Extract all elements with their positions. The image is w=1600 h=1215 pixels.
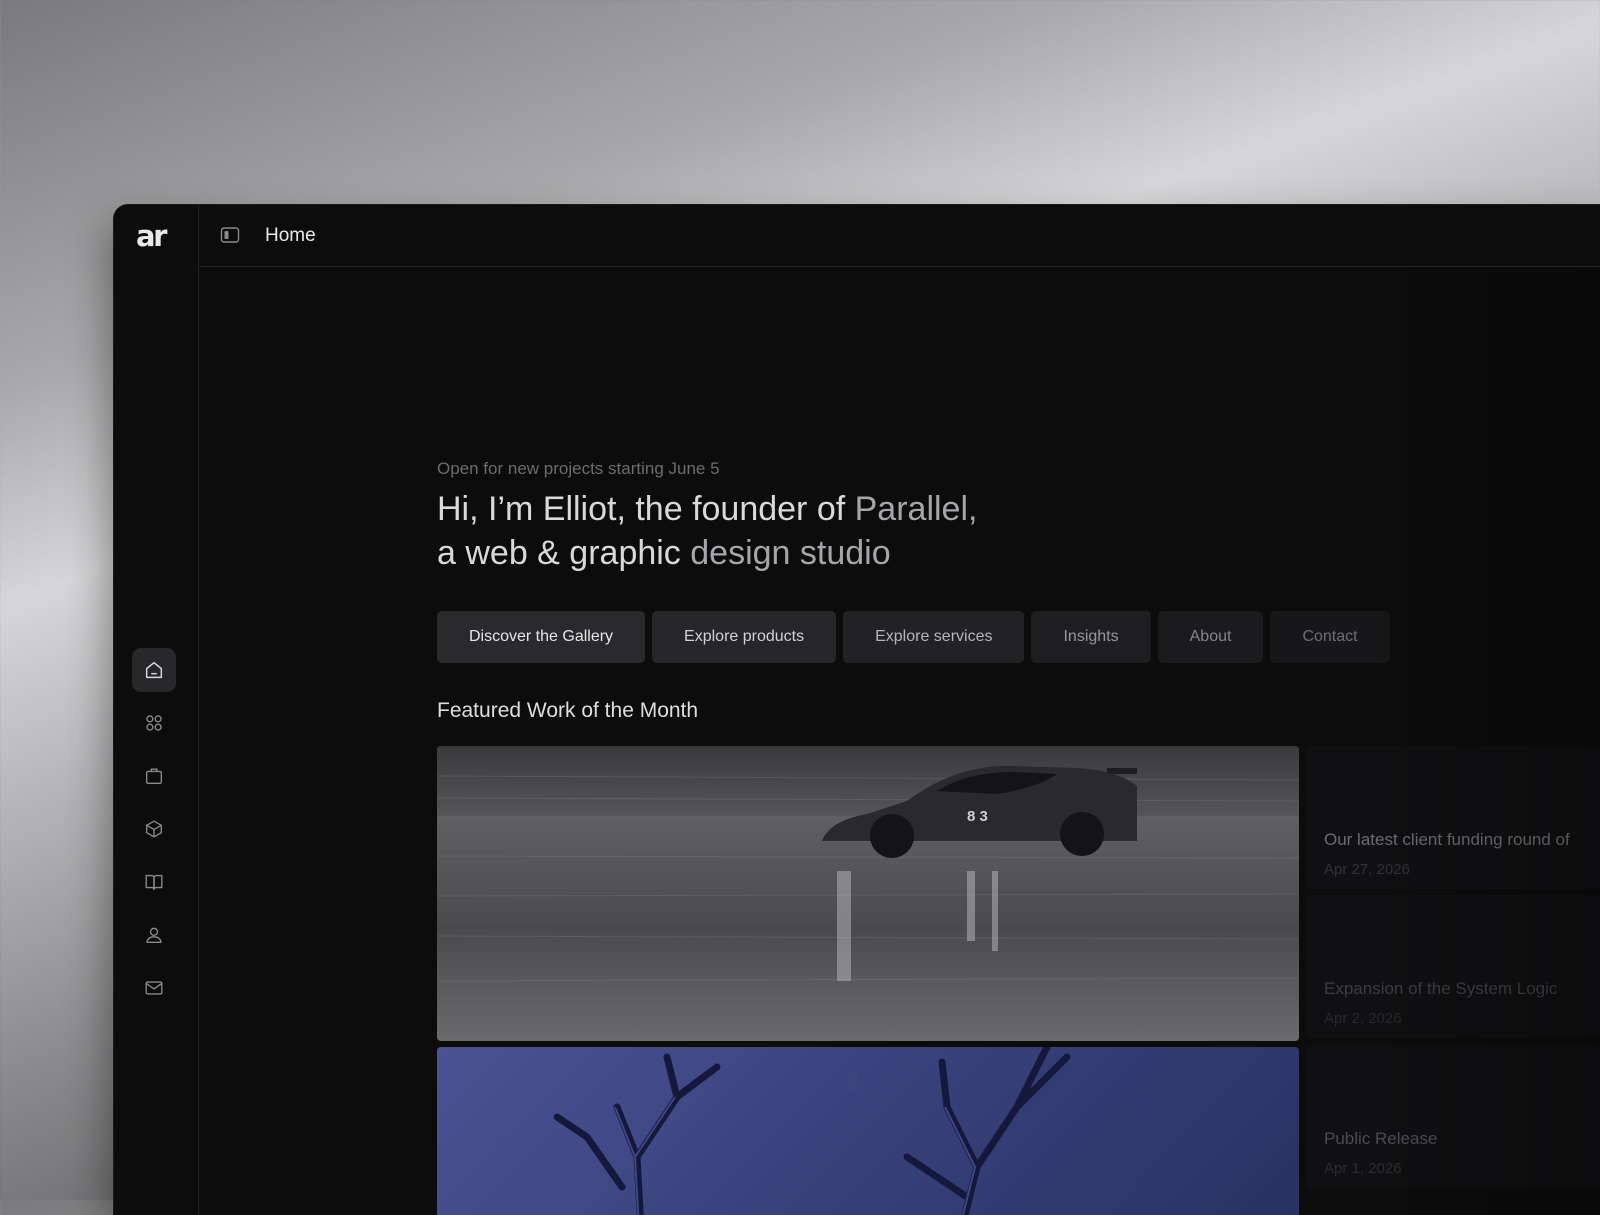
headline-line2: a web & graphic	[437, 534, 681, 572]
explore-services-button[interactable]: Explore services	[843, 611, 1025, 663]
insights-button[interactable]: Insights	[1031, 611, 1151, 663]
grid-icon	[146, 715, 162, 731]
sidebar-item-about[interactable]	[132, 913, 176, 957]
svg-text:8 3: 8 3	[967, 808, 988, 825]
app-window: ar Home Open for new projects starting J…	[114, 205, 1600, 1215]
news-card[interactable]: Public Release Apr 1, 2026	[1305, 1045, 1600, 1188]
news-title: Our latest client funding round of	[1324, 830, 1570, 849]
headline-line1-dim: Parallel,	[845, 490, 978, 528]
sidebar-item-products[interactable]	[132, 754, 176, 798]
featured-work-card-tree[interactable]	[437, 1047, 1299, 1215]
sidebar-toggle-icon	[220, 227, 240, 243]
headline-line1: Hi, I’m Elliot, the founder of	[437, 490, 846, 528]
sidebar: ar	[114, 205, 199, 1215]
sidebar-item-contact[interactable]	[132, 966, 176, 1010]
race-car-image: 8 3	[437, 746, 1299, 1041]
sidebar-toggle-button[interactable]	[220, 225, 240, 245]
news-title: Expansion of the System Logic	[1324, 979, 1558, 998]
contact-button[interactable]: Contact	[1270, 611, 1390, 663]
tree-branches-image	[553, 1047, 1071, 1215]
news-card[interactable]: Our latest client funding round of Apr 2…	[1305, 746, 1600, 889]
news-title: Public Release	[1324, 1129, 1438, 1148]
cta-button-row: Discover the Gallery Explore products Ex…	[437, 611, 1390, 663]
user-icon	[146, 927, 162, 944]
briefcase-icon	[145, 768, 163, 785]
news-card[interactable]: Expansion of the System Logic Apr 2, 202…	[1305, 895, 1600, 1038]
explore-products-button[interactable]: Explore products	[652, 611, 837, 663]
home-icon	[145, 661, 163, 679]
breadcrumb: Home	[265, 225, 316, 246]
news-date: Apr 2, 2026	[1324, 1010, 1402, 1027]
sidebar-item-services[interactable]	[132, 807, 176, 851]
box-icon	[145, 820, 163, 838]
book-icon	[145, 874, 163, 891]
news-date: Apr 27, 2026	[1324, 861, 1410, 878]
sidebar-item-gallery[interactable]	[132, 701, 176, 745]
headline-line2-dim: design studio	[680, 534, 891, 572]
sidebar-item-insights[interactable]	[132, 860, 176, 904]
news-date: Apr 1, 2026	[1324, 1160, 1402, 1177]
hero-headline: Hi, I’m Elliot, the founder of Parallel,…	[437, 487, 1097, 575]
mail-icon	[145, 981, 163, 995]
discover-gallery-button[interactable]: Discover the Gallery	[437, 611, 646, 663]
main-content: Open for new projects starting June 5 Hi…	[437, 205, 1600, 1215]
featured-work-card-car[interactable]: 8 3	[437, 746, 1299, 1041]
logo[interactable]: ar	[136, 219, 167, 253]
availability-tagline: Open for new projects starting June 5	[437, 459, 720, 478]
featured-section-title: Featured Work of the Month	[437, 699, 699, 722]
about-button[interactable]: About	[1157, 611, 1264, 663]
sidebar-item-home[interactable]	[132, 648, 176, 692]
sidebar-nav	[132, 648, 180, 1019]
